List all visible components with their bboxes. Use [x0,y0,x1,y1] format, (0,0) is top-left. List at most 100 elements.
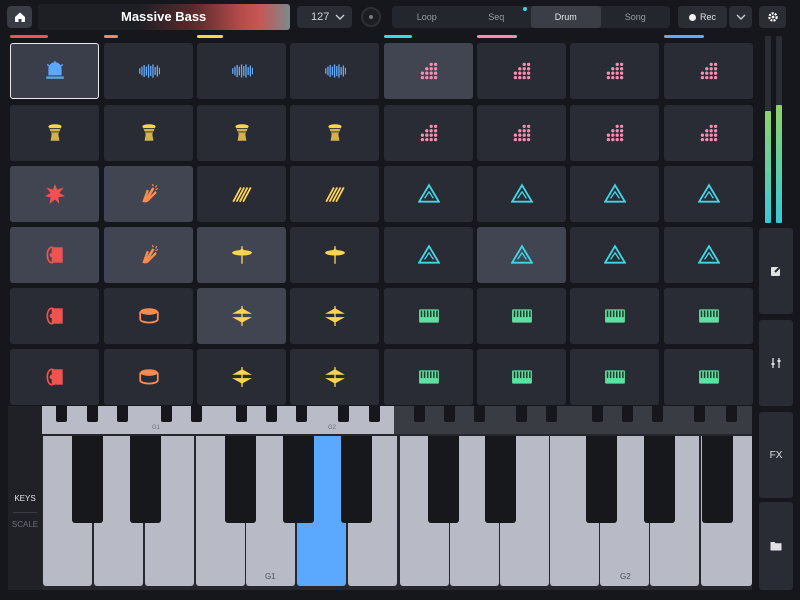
black-key[interactable] [130,436,161,523]
siren-icon [45,61,64,79]
drum-pad[interactable] [570,166,659,222]
drum-pad[interactable] [384,166,473,222]
black-key[interactable] [702,436,733,523]
drum-pad[interactable] [570,349,659,405]
drum-pad[interactable] [290,166,379,222]
mini-black-key [474,406,485,422]
mini-black-key [266,406,277,422]
drum-pad[interactable] [477,43,566,99]
drum-pad[interactable] [664,43,753,99]
black-key[interactable] [283,436,314,523]
mixer-button[interactable] [759,320,793,406]
project-title-banner[interactable]: Massive Bass [38,4,290,30]
mode-tabs: Loop Seq Drum Song [392,6,670,28]
black-key[interactable] [586,436,617,523]
drum-pad[interactable] [664,105,753,161]
drum-pad[interactable] [290,227,379,283]
drum-pad[interactable] [477,166,566,222]
browser-button[interactable] [759,502,793,590]
home-button[interactable] [7,6,32,28]
sliders-icon [771,358,781,368]
black-key[interactable] [72,436,103,523]
tab-song[interactable]: Song [601,6,671,28]
fx-label: FX [769,449,783,461]
drum-pad[interactable] [664,349,753,405]
drum-pad[interactable] [104,349,193,405]
black-key[interactable] [644,436,675,523]
fx-button[interactable]: FX [759,412,793,498]
drum-pad[interactable] [570,43,659,99]
volume-knob[interactable] [361,7,381,27]
drum-pad[interactable] [104,43,193,99]
drum-pad[interactable] [10,105,99,161]
drum-pad[interactable] [197,105,286,161]
drum-pad[interactable] [570,105,659,161]
settings-button[interactable] [759,6,786,28]
mode-scale[interactable]: SCALE [8,520,42,529]
drum-pad[interactable] [104,288,193,344]
drum-pad[interactable] [197,43,286,99]
keyboard-icon [418,309,439,323]
mini-keyboard-navigator[interactable]: G1 G2 [42,406,752,434]
tab-drum[interactable]: Drum [531,6,601,28]
drum-pad[interactable] [664,227,753,283]
record-options-button[interactable] [729,6,752,28]
drum-pad[interactable] [570,227,659,283]
record-button[interactable]: Rec [678,6,727,28]
drum-pad[interactable] [384,288,473,344]
folder-icon [770,542,782,551]
mini-black-key [694,406,705,422]
mode-keys[interactable]: KEYS [8,494,42,503]
mini-black-key [236,406,247,422]
drum-pad[interactable] [10,227,99,283]
drum-pad[interactable] [477,288,566,344]
drum-pad[interactable] [197,227,286,283]
mini-black-key [652,406,663,422]
tab-seq[interactable]: Seq [462,6,532,28]
triangle-icon [417,244,440,264]
drum-pad[interactable] [384,227,473,283]
black-key[interactable] [485,436,516,523]
record-label: Rec [699,12,716,22]
drum-pad[interactable] [477,227,566,283]
drum-pad[interactable] [10,166,99,222]
drum-pad[interactable] [570,288,659,344]
drum-pad[interactable] [384,43,473,99]
drum-pad[interactable] [10,288,99,344]
drum-pad[interactable] [197,349,286,405]
drum-pad[interactable] [10,349,99,405]
triangle-icon [697,244,720,264]
drum-pad[interactable] [384,105,473,161]
shaker-icon [324,186,345,203]
drum-pad[interactable] [290,43,379,99]
drum-pad[interactable] [664,288,753,344]
triangle-icon [510,244,533,264]
drum-pad[interactable] [290,349,379,405]
drum-pad[interactable] [477,349,566,405]
drum-pad[interactable] [104,166,193,222]
shaker-icon [231,186,252,203]
tab-loop[interactable]: Loop [392,6,462,28]
drum-pad[interactable] [104,105,193,161]
black-key[interactable] [225,436,256,523]
mini-black-key [546,406,557,422]
chevron-down-icon [736,14,745,20]
drum-pad[interactable] [290,288,379,344]
project-title: Massive Bass [121,9,207,24]
drum-pad[interactable] [10,43,99,99]
black-key[interactable] [341,436,372,523]
gear-icon [767,12,778,22]
tempo-selector[interactable]: 127 [297,6,352,28]
kick-drum-icon [45,307,63,325]
drum-pad[interactable] [664,166,753,222]
drum-pad[interactable] [104,227,193,283]
mini-black-key [338,406,349,422]
drum-pad[interactable] [290,105,379,161]
edit-button[interactable] [759,228,793,314]
hihat-icon [231,367,252,387]
drum-pad[interactable] [477,105,566,161]
drum-pad[interactable] [197,288,286,344]
drum-pad[interactable] [197,166,286,222]
drum-pad[interactable] [384,349,473,405]
black-key[interactable] [428,436,459,523]
